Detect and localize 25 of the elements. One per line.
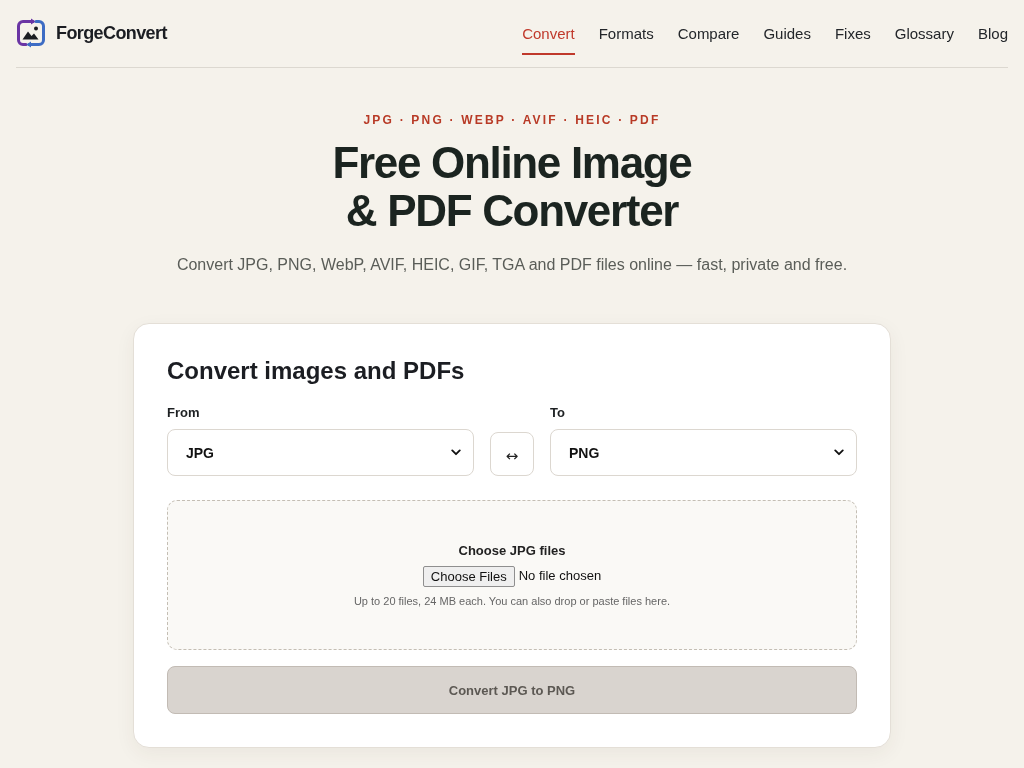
format-select[interactable]: PNG [550,429,857,476]
nav-link[interactable]: Guides [763,18,811,55]
dropzone-title: Choose JPG files [458,542,566,559]
nav-link[interactable]: Formats [598,18,654,55]
choose-files-button[interactable]: Choose Files [422,565,515,587]
nav-link[interactable]: Fixes [834,18,871,55]
drop-zone[interactable]: Choose JPG files Choose Files No file chosen Up to 20 files, 24 MB each. You can also drop or paste files here. [167,500,857,650]
swap-button[interactable]: ↔ [490,432,534,476]
card-heading: Convert images and PDFs [167,356,466,386]
page-title: Free Online Image & PDF Converter [331,139,693,235]
logo-icon [16,18,46,48]
nav-link[interactable]: Compare [677,18,740,55]
format-select[interactable]: JPG [167,429,474,476]
file-status-text: No file chosen [518,568,602,584]
subtitle-text: Convert JPG, PNG, WebP, AVIF, HEIC, GIF, TGA and PDF files online — fast, private and free. [176,255,848,275]
chevron-down-icon [451,449,461,456]
nav-link[interactable]: Blog [977,18,1008,55]
chevron-down-icon [834,449,844,456]
field-label: To [550,405,566,421]
hint-text: Up to 20 files, 24 MB each. You can also drop or paste files here. [353,593,671,608]
field-label: From [167,405,201,421]
nav-link[interactable]: Convert [522,18,575,55]
brand-name[interactable]: ForgeConvert [56,18,167,48]
eyebrow-text: JPG · PNG · WEBP · AVIF · HEIC · PDF [363,112,661,128]
nav-link[interactable]: Glossary [894,18,954,55]
